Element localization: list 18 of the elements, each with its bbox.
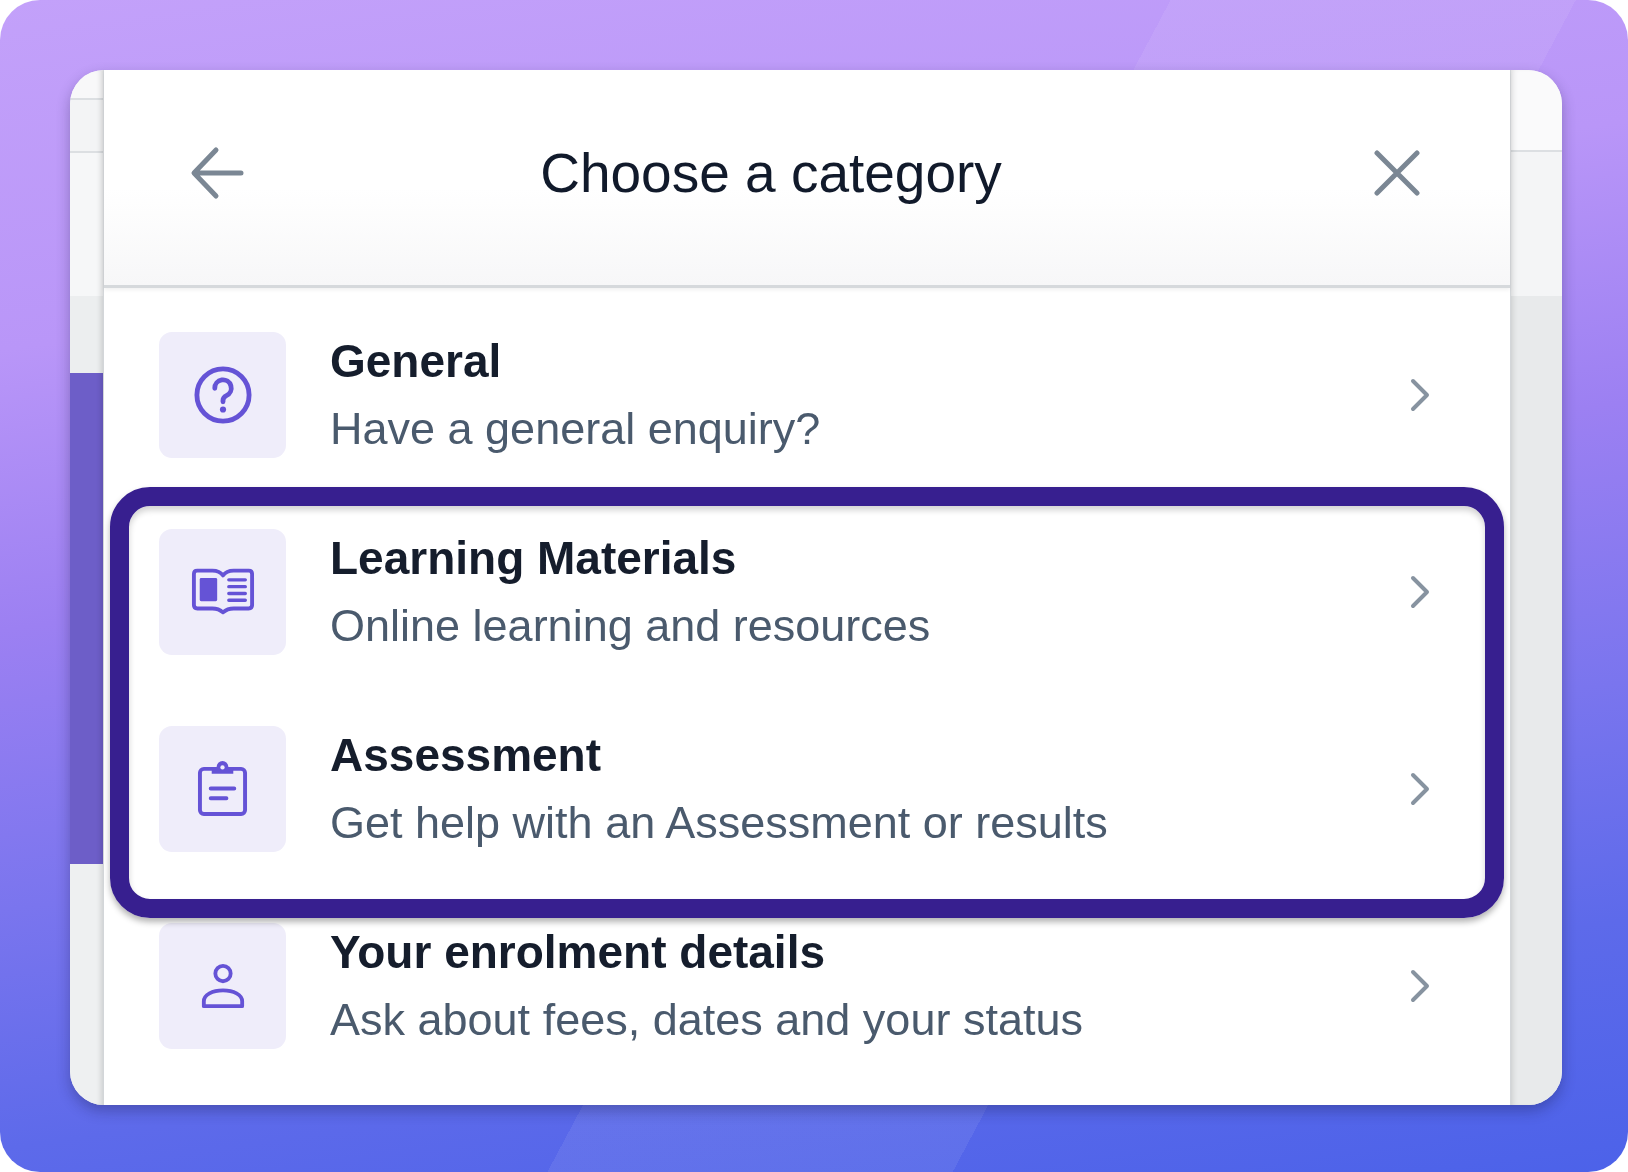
category-description: Have a general enquiry? bbox=[330, 401, 821, 456]
chevron-right-icon[interactable] bbox=[1409, 967, 1431, 1004]
dialog-title: Choose a category bbox=[539, 140, 1003, 206]
category-title: Your enrolment details bbox=[330, 924, 826, 980]
chevron-right-icon[interactable] bbox=[1409, 376, 1431, 413]
category-title: General bbox=[330, 333, 502, 389]
category-description: Online learning and resources bbox=[330, 598, 931, 653]
chevron-right-icon[interactable] bbox=[1409, 770, 1431, 807]
close-button[interactable] bbox=[1373, 149, 1421, 196]
chevron-right-icon[interactable] bbox=[1409, 573, 1431, 610]
category-description: Get help with an Assessment or results bbox=[330, 795, 1108, 850]
open-book-icon bbox=[159, 528, 286, 655]
category-title: Learning Materials bbox=[330, 530, 737, 586]
back-button[interactable] bbox=[189, 145, 245, 200]
category-description: Ask about fees, dates and your status bbox=[330, 992, 1083, 1047]
clipboard-icon bbox=[159, 725, 286, 852]
category-title: Assessment bbox=[330, 727, 602, 783]
person-icon bbox=[159, 922, 286, 1049]
